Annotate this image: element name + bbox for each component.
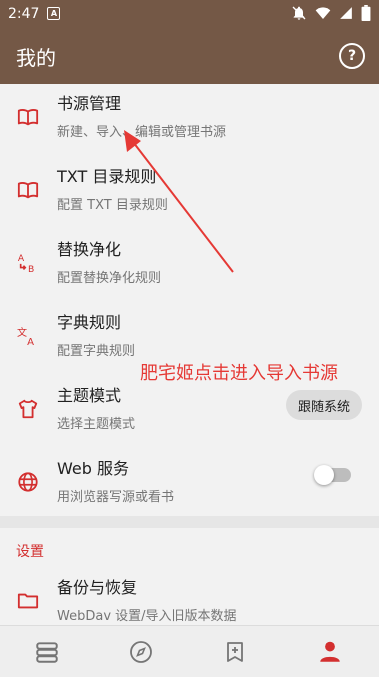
person-icon bbox=[320, 641, 340, 662]
svg-text:B: B bbox=[28, 264, 34, 274]
book-source-management-item[interactable]: 书源管理 新建、导入、编辑或管理书源 bbox=[0, 84, 379, 156]
item-subtitle: 新建、导入、编辑或管理书源 bbox=[57, 125, 227, 140]
bookshelf-icon bbox=[36, 641, 58, 663]
item-title: 替换净化 bbox=[57, 240, 122, 259]
rss-tab[interactable] bbox=[188, 626, 282, 677]
signal-icon bbox=[340, 7, 352, 19]
svg-text:文: 文 bbox=[17, 326, 27, 339]
battery-icon bbox=[361, 5, 371, 21]
app-bar: 我的 ? bbox=[0, 27, 379, 84]
item-title: Web 服务 bbox=[57, 459, 129, 478]
item-subtitle: 用浏览器写源或看书 bbox=[57, 490, 175, 505]
my-tab[interactable] bbox=[283, 626, 377, 677]
help-icon[interactable]: ? bbox=[339, 43, 365, 69]
item-subtitle: 选择主题模式 bbox=[57, 417, 136, 432]
book-open-icon bbox=[17, 182, 39, 199]
item-subtitle: 配置 TXT 目录规则 bbox=[57, 198, 168, 213]
svg-text:A: A bbox=[27, 337, 34, 347]
replace-icon: A B bbox=[18, 253, 34, 274]
svg-text:A: A bbox=[18, 253, 25, 264]
compass-icon bbox=[130, 640, 152, 663]
web-service-item[interactable]: Web 服务 用浏览器写源或看书 bbox=[0, 449, 379, 521]
replace-purify-item[interactable]: A B 替换净化 配置替换净化规则 bbox=[0, 230, 379, 302]
status-time: 2:47 bbox=[8, 5, 40, 22]
theme-mode-chip[interactable]: 跟随系统 bbox=[285, 390, 362, 420]
item-title: 字典规则 bbox=[57, 313, 122, 332]
settings-section-header: 设置 bbox=[16, 544, 44, 560]
explore-tab[interactable] bbox=[94, 626, 188, 677]
item-title: 主题模式 bbox=[57, 386, 122, 405]
settings-list: 书源管理 新建、导入、编辑或管理书源 TXT 目录规则 配置 TXT 目录规则 … bbox=[0, 84, 379, 626]
bookshelf-tab[interactable] bbox=[0, 626, 94, 677]
annotation-text: 肥宅姬点击进入导入书源 bbox=[140, 363, 338, 384]
translate-icon: 文 A bbox=[17, 326, 34, 347]
wifi-icon bbox=[315, 7, 331, 19]
help-icon-glyph: ? bbox=[347, 48, 357, 64]
item-title: 备份与恢复 bbox=[57, 578, 138, 597]
item-subtitle: 配置替换净化规则 bbox=[57, 271, 162, 286]
status-bar: 2:47 A bbox=[0, 0, 379, 27]
notification-icon: A bbox=[47, 7, 61, 20]
shirt-icon bbox=[18, 399, 38, 419]
item-title: TXT 目录规则 bbox=[57, 167, 157, 186]
page-title: 我的 bbox=[16, 46, 56, 70]
notification-off-icon bbox=[292, 6, 306, 20]
section-divider bbox=[0, 516, 379, 528]
bottom-navigation bbox=[0, 625, 379, 677]
txt-toc-rules-item[interactable]: TXT 目录规则 配置 TXT 目录规则 bbox=[0, 157, 379, 229]
folder-icon bbox=[17, 593, 39, 609]
item-subtitle: 配置字典规则 bbox=[57, 344, 136, 359]
book-open-icon bbox=[17, 109, 39, 126]
backup-restore-item[interactable]: 备份与恢复 WebDav 设置/导入旧版本数据 bbox=[0, 568, 379, 626]
toggle-knob bbox=[314, 465, 334, 485]
item-title: 书源管理 bbox=[57, 94, 122, 113]
bookmark-add-icon bbox=[227, 641, 243, 662]
item-subtitle: WebDav 设置/导入旧版本数据 bbox=[57, 609, 237, 624]
web-service-toggle[interactable] bbox=[314, 465, 351, 485]
globe-icon bbox=[18, 472, 38, 492]
